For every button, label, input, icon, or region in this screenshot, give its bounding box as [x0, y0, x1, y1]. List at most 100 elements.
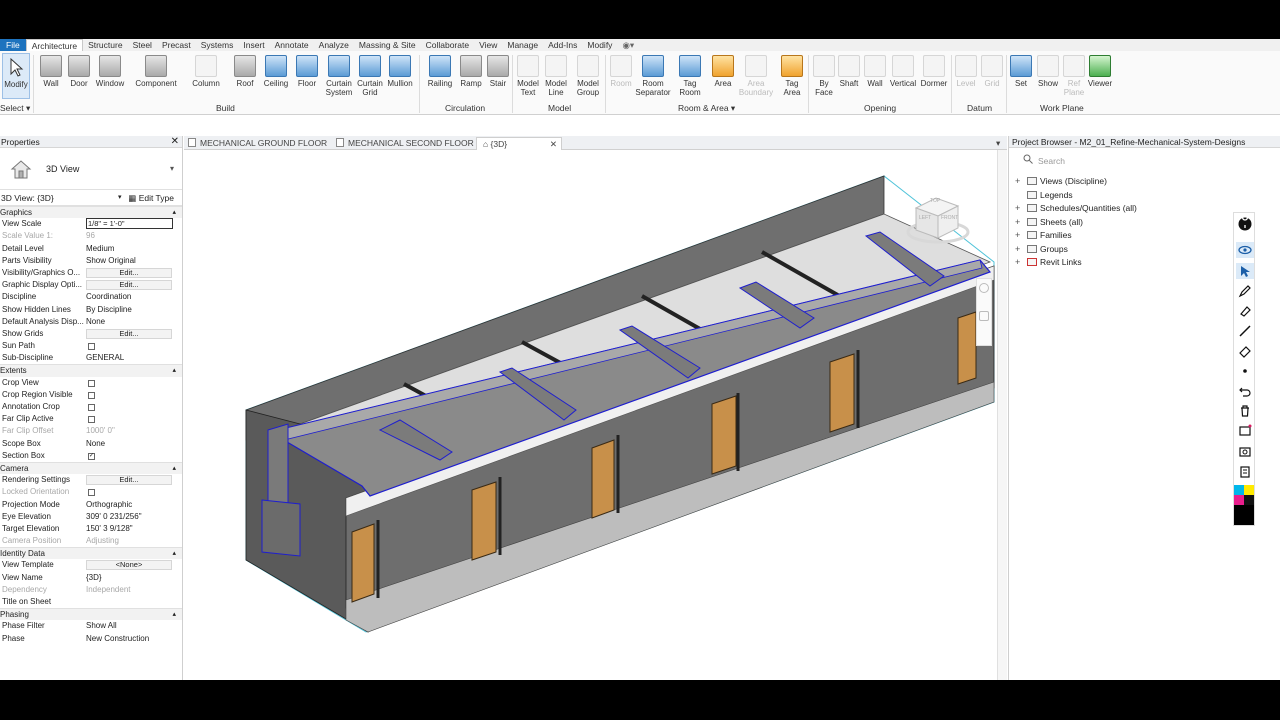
chevron-down-icon[interactable]: ▾ [118, 193, 122, 201]
tree-sheets[interactable]: + Sheets (all) [1015, 216, 1083, 229]
annotation-crop-checkbox[interactable] [88, 404, 95, 411]
show-button[interactable]: Show [1035, 53, 1061, 99]
shaft-button[interactable]: Shaft [836, 53, 862, 99]
tab-insert[interactable]: Insert [238, 39, 269, 51]
column-button[interactable]: Column [190, 53, 222, 99]
edit-type-button[interactable]: ▦ Edit Type [128, 193, 174, 204]
tab-precast[interactable]: Precast [157, 39, 196, 51]
dot-icon[interactable] [1236, 363, 1254, 379]
line-icon[interactable] [1236, 323, 1254, 339]
collapse-icon[interactable]: ▴ [172, 609, 176, 621]
component-button[interactable]: Component [133, 53, 179, 99]
viewer-button[interactable]: Viewer [1086, 53, 1114, 99]
room-button[interactable]: Room [608, 53, 634, 99]
highlighter-icon[interactable] [1236, 303, 1254, 319]
curtain-grid-button[interactable]: Curtain Grid [356, 53, 384, 99]
tab-overflow-chevron-icon[interactable]: ▾ [996, 137, 1000, 150]
tree-revit-links[interactable]: + Revit Links [1015, 256, 1082, 269]
view-scale-value[interactable]: 1/8" = 1'-0" [86, 218, 173, 230]
close-icon[interactable]: ✕ [171, 136, 179, 148]
pen-icon[interactable] [1236, 283, 1254, 299]
visibility-graphics-o-button[interactable]: Edit... [86, 267, 172, 278]
panel-room-area[interactable]: Room & Area ▾ [678, 103, 735, 114]
window-button[interactable]: Window [94, 53, 126, 99]
board-icon[interactable] [1236, 423, 1254, 439]
tab-structure[interactable]: Structure [83, 39, 128, 51]
tab-file[interactable]: File [0, 39, 26, 51]
wall-button[interactable]: Wall [38, 53, 64, 99]
level-button[interactable]: Level [954, 53, 978, 99]
tree-families[interactable]: + Families [1015, 229, 1072, 242]
model-group-button[interactable]: Model Group [573, 53, 603, 99]
3d-viewport[interactable]: TOP LEFT FRONT [184, 150, 999, 680]
viewcube[interactable]: TOP LEFT FRONT [906, 188, 970, 246]
section-box-checkbox[interactable]: ✓ [88, 452, 95, 460]
far-clip-active-checkbox[interactable] [88, 416, 95, 424]
ramp-button[interactable]: Ramp [458, 53, 484, 99]
tab-architecture[interactable]: Architecture [25, 39, 84, 51]
tab-3d[interactable]: ⌂ {3D} ✕ [476, 137, 562, 150]
section-extents[interactable]: Extents ▴ [0, 364, 182, 377]
door-button[interactable]: Door [66, 53, 92, 99]
tab-massing-site[interactable]: Massing & Site [354, 39, 421, 51]
mullion-button[interactable]: Mullion [385, 53, 415, 99]
chevron-down-icon[interactable]: ▾ [170, 164, 174, 173]
section-camera[interactable]: Camera ▴ [0, 461, 182, 475]
tab-manage[interactable]: Manage [502, 39, 543, 51]
rendering-settings-button[interactable]: Edit... [86, 475, 172, 486]
pin-icon[interactable] [1236, 216, 1254, 232]
type-selector[interactable]: 3D View ▾ [0, 148, 182, 190]
zoom-icon[interactable] [979, 311, 989, 321]
tree-views[interactable]: + Views (Discipline) [1015, 175, 1107, 188]
tab-mechanical-second-floor[interactable]: MECHANICAL SECOND FLOOR [336, 137, 474, 150]
search-input[interactable]: Search [1019, 154, 1280, 168]
clipboard-icon[interactable] [1236, 463, 1254, 479]
collapse-icon[interactable]: ▴ [172, 548, 176, 560]
collapse-icon[interactable]: ▴ [172, 463, 176, 475]
view-template-button[interactable]: <None> [86, 560, 172, 571]
trash-icon[interactable] [1236, 403, 1254, 419]
tab-systems[interactable]: Systems [196, 39, 239, 51]
eraser-icon[interactable] [1236, 343, 1254, 359]
crop-view-checkbox[interactable] [88, 379, 95, 387]
contextual-tab-toggle-icon[interactable]: ◉▾ [617, 39, 639, 51]
section-graphics[interactable]: Graphics ▴ [0, 206, 182, 219]
dormer-button[interactable]: Dormer [918, 53, 950, 99]
steering-wheel-icon[interactable] [979, 283, 989, 293]
instance-filter[interactable]: 3D View: {3D} ▾ ▦ Edit Type [0, 190, 182, 206]
viewport-scrollbar[interactable] [997, 150, 1007, 680]
model-text-button[interactable]: Model Text [515, 53, 541, 99]
modify-button[interactable]: Modify [2, 53, 30, 99]
vertical-button[interactable]: Vertical [888, 53, 918, 99]
undo-icon[interactable] [1236, 383, 1254, 399]
collapse-icon[interactable]: ▴ [172, 365, 176, 377]
tab-steel[interactable]: Steel [128, 39, 157, 51]
navigation-bar[interactable] [976, 278, 992, 346]
tag-area-button[interactable]: Tag Area [778, 53, 806, 99]
tree-schedules[interactable]: + Schedules/Quantities (all) [1015, 202, 1137, 215]
ceiling-button[interactable]: Ceiling [261, 53, 291, 99]
stair-button[interactable]: Stair [485, 53, 511, 99]
room-separator-button[interactable]: Room Separator [634, 53, 672, 99]
tree-legends[interactable]: Legends [1015, 189, 1073, 202]
tab-add-ins[interactable]: Add-Ins [543, 39, 582, 51]
tab-mechanical-ground-floor[interactable]: MECHANICAL GROUND FLOOR [188, 137, 327, 150]
by-face-button[interactable]: By Face [812, 53, 836, 99]
show-grids-button[interactable]: Edit... [86, 328, 172, 339]
sun-path-checkbox[interactable] [88, 343, 95, 351]
roof-button[interactable]: Roof [232, 53, 258, 99]
tab-collaborate[interactable]: Collaborate [421, 39, 474, 51]
wall-opening-button[interactable]: Wall [862, 53, 888, 99]
eye-icon[interactable] [1236, 242, 1254, 258]
floor-button[interactable]: Floor [294, 53, 320, 99]
ref-plane-button[interactable]: Ref Plane [1062, 53, 1086, 99]
close-icon[interactable]: ✕ [550, 138, 557, 150]
tag-room-button[interactable]: Tag Room [676, 53, 704, 99]
section-phasing[interactable]: Phasing ▴ [0, 608, 182, 621]
color-palette[interactable] [1234, 485, 1254, 525]
collapse-icon[interactable]: ▴ [172, 207, 176, 219]
tab-modify[interactable]: Modify [582, 39, 617, 51]
model-line-button[interactable]: Model Line [542, 53, 570, 99]
crop-region-visible-checkbox[interactable] [88, 391, 95, 399]
section-identity-data[interactable]: Identity Data ▴ [0, 547, 182, 560]
